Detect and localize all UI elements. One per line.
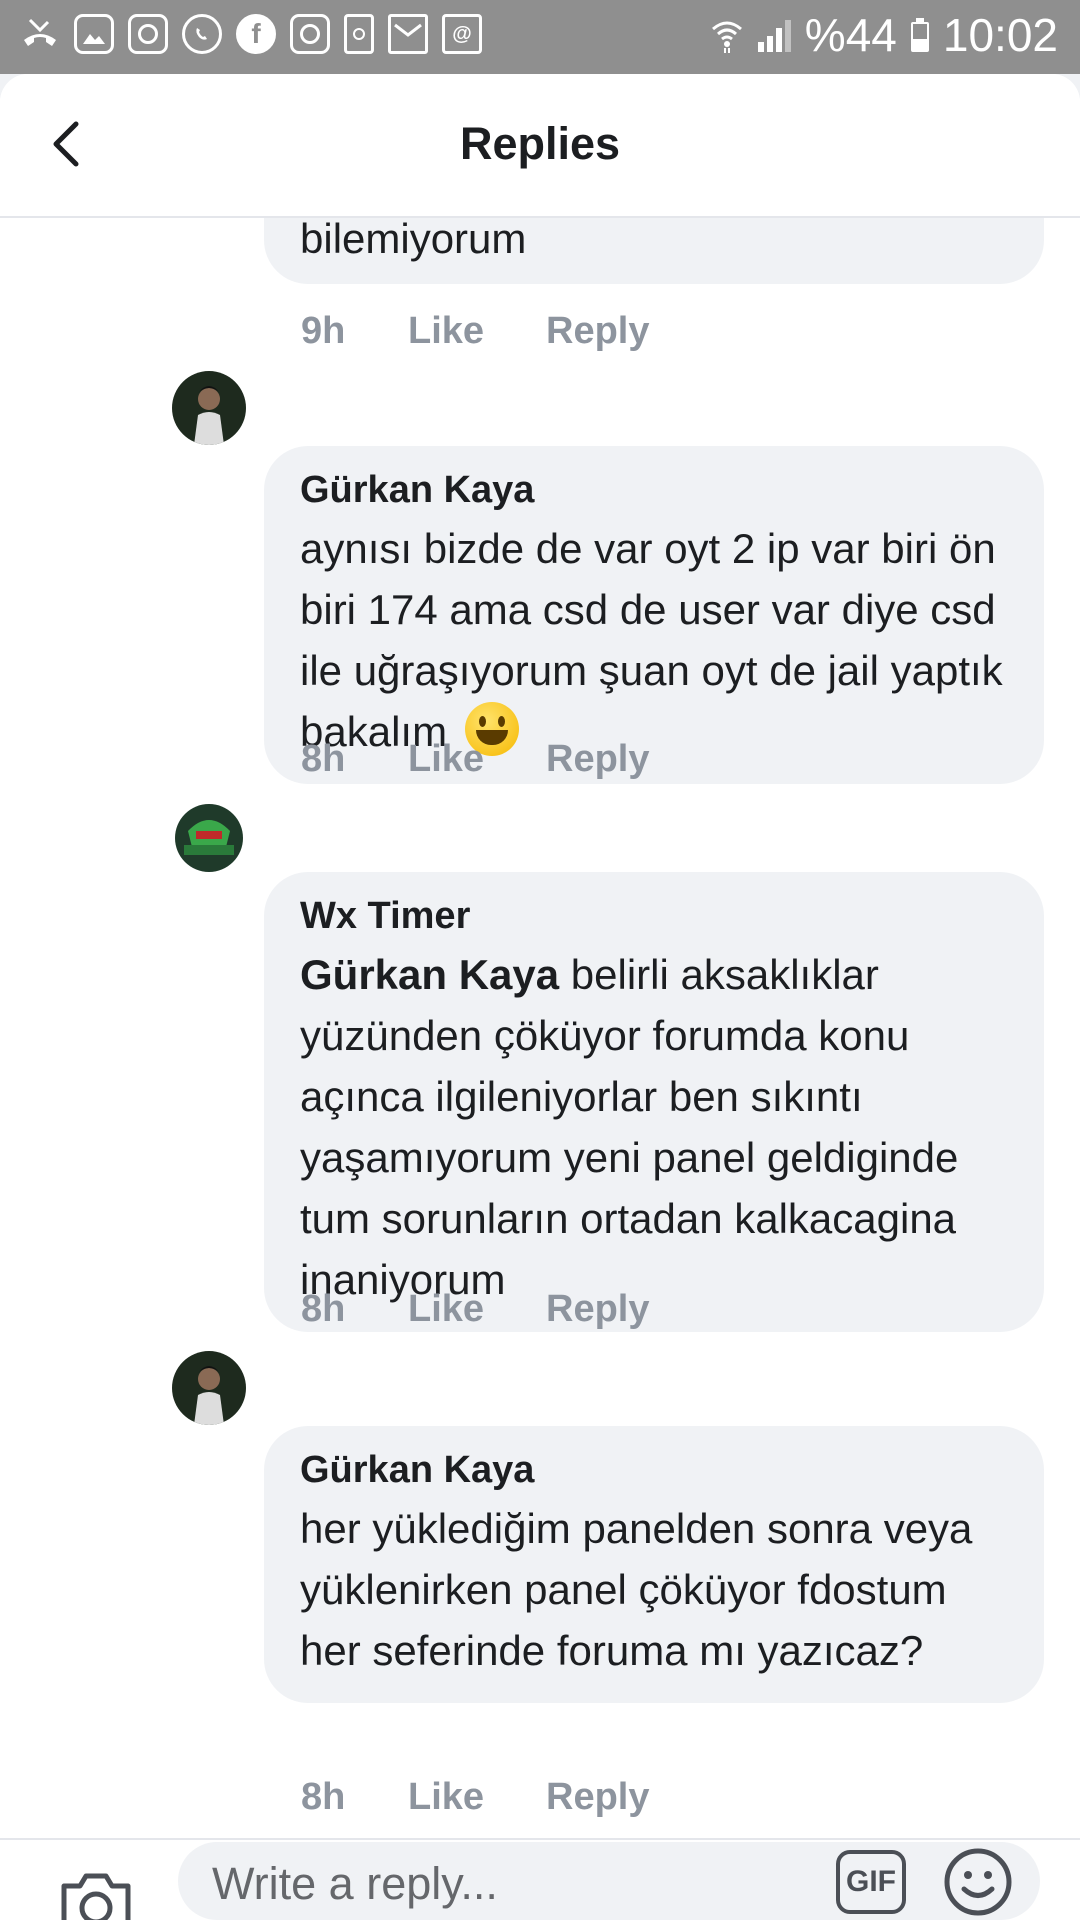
clipboard-icon [344, 14, 374, 54]
facebook-icon: f [236, 14, 276, 54]
comment-time: 8h [301, 738, 346, 780]
battery-percent: %44 [804, 9, 897, 61]
instagram-icon [290, 14, 330, 54]
comment-actions: 8h Like Reply [301, 1288, 649, 1331]
reply-composer: GIF [0, 1838, 1080, 1920]
emoji-icon[interactable] [942, 1846, 1014, 1918]
signal-icon [757, 18, 791, 52]
comment-actions: 8h Like Reply [301, 738, 649, 781]
mention-link[interactable]: Gürkan Kaya [300, 951, 559, 998]
replies-sheet: Replies bilemiyorum 9h Like Reply Gürkan… [0, 74, 1080, 1920]
comment-bubble: Wx Timer Gürkan Kaya belirli aksaklıklar… [264, 872, 1044, 1332]
battery-icon [910, 18, 929, 52]
comment-actions: 9h Like Reply [301, 310, 649, 353]
notification-icons: f @ [20, 14, 482, 54]
comment-bubble: Gürkan Kaya her yüklediğim panelden sonr… [264, 1426, 1044, 1703]
instagram-icon [128, 14, 168, 54]
avatar[interactable] [172, 1351, 246, 1425]
comment-text: bilemiyorum [300, 216, 527, 262]
comment-body: aynısı bizde de var oyt 2 ip var biri ön… [300, 525, 1003, 755]
comment-author[interactable]: Wx Timer [300, 892, 1008, 940]
missed-call-icon [20, 14, 60, 54]
whatsapp-icon [182, 14, 222, 54]
comment-text: aynısı bizde de var oyt 2 ip var biri ön… [300, 518, 1008, 762]
avatar[interactable] [172, 371, 246, 445]
comment-text: Gürkan Kaya belirli aksaklıklar yüzünden… [300, 944, 1008, 1310]
gif-button[interactable]: GIF [836, 1850, 906, 1914]
comment-actions: 8h Like Reply [301, 1776, 649, 1819]
reply-input[interactable] [210, 1850, 774, 1918]
avatar[interactable] [172, 801, 246, 875]
comment-text: her yüklediğim panelden sonra veya yükle… [300, 1505, 973, 1674]
replies-header: Replies [0, 74, 1080, 218]
comment-time: 8h [301, 1288, 346, 1330]
reply-input-container: GIF [178, 1842, 1040, 1920]
email-icon [388, 14, 428, 54]
gallery-icon [74, 14, 114, 54]
like-button[interactable]: Like [408, 1288, 546, 1331]
clock: 10:02 [942, 9, 1058, 61]
camera-icon[interactable] [58, 1870, 134, 1920]
reply-button[interactable]: Reply [546, 1288, 649, 1331]
replies-list: bilemiyorum 9h Like Reply Gürkan Kaya ay… [0, 216, 1080, 1838]
comment-author[interactable]: Gürkan Kaya [300, 1446, 1008, 1494]
reply-button[interactable]: Reply [546, 1776, 649, 1819]
comment-time: 8h [301, 1776, 346, 1818]
comment-bubble: bilemiyorum [264, 216, 1044, 284]
reply-button[interactable]: Reply [546, 310, 649, 353]
comment-time: 9h [301, 310, 346, 352]
like-button[interactable]: Like [408, 738, 546, 781]
status-bar: f @ %44 10:02 [0, 0, 1080, 74]
like-button[interactable]: Like [408, 1776, 546, 1819]
like-button[interactable]: Like [408, 310, 546, 353]
comment-author[interactable]: Gürkan Kaya [300, 466, 1008, 514]
photo-email-icon: @ [442, 14, 482, 54]
comment-body: belirli aksaklıklar yüzünden çöküyor for… [300, 951, 959, 1303]
reply-button[interactable]: Reply [546, 738, 649, 781]
wifi-icon [711, 21, 742, 53]
comment-bubble: Gürkan Kaya aynısı bizde de var oyt 2 ip… [264, 446, 1044, 784]
system-indicators: %44 10:02 [710, 8, 1058, 62]
page-title: Replies [459, 118, 621, 169]
